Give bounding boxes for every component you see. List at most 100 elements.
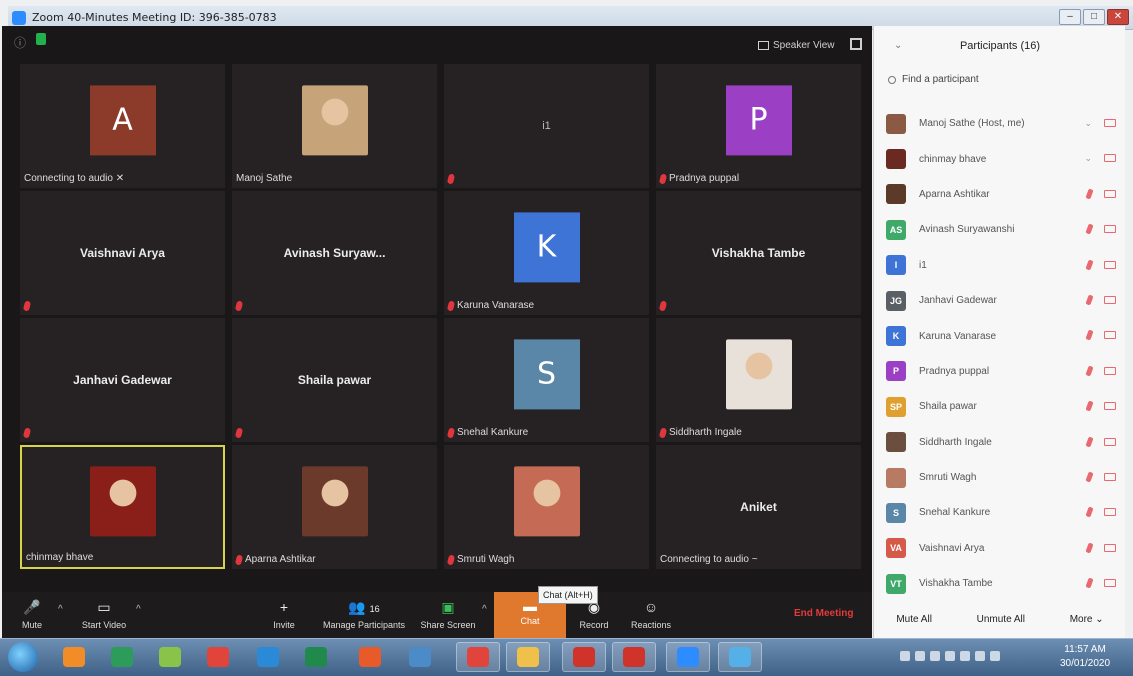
video-tile[interactable]: Avinash Suryaw...	[232, 191, 437, 315]
reactions-button[interactable]: ☺ Reactions	[626, 598, 676, 630]
mic-muted-icon[interactable]	[1085, 259, 1094, 271]
taskbar-app-acrobat[interactable]	[562, 642, 606, 672]
video-off-icon[interactable]	[1104, 366, 1116, 375]
video-tile[interactable]: Aparna Ashtikar	[232, 445, 437, 569]
video-off-icon[interactable]	[1104, 472, 1116, 481]
taskbar-app-zoom[interactable]	[666, 642, 710, 672]
taskbar-app-chrome-2[interactable]	[456, 642, 500, 672]
participant-row[interactable]: Manoj Sathe (Host, me) ⌄	[886, 106, 1122, 141]
taskbar-app-screen-share[interactable]	[718, 642, 762, 672]
mic-muted-icon[interactable]	[1085, 400, 1094, 412]
participant-row[interactable]: S Snehal Kankure	[886, 495, 1122, 530]
video-off-icon[interactable]	[1104, 154, 1116, 163]
mic-muted-icon[interactable]	[1085, 506, 1094, 518]
taskbar-app-android[interactable]	[148, 642, 192, 672]
taskbar-app-media-player[interactable]	[52, 642, 96, 672]
video-tile[interactable]: Aniket Connecting to audio ~	[656, 445, 861, 569]
mic-muted-icon[interactable]	[1085, 329, 1094, 341]
video-tile[interactable]: Vaishnavi Arya	[20, 191, 225, 315]
video-tile[interactable]: P Pradnya puppal	[656, 64, 861, 188]
mic-muted-icon[interactable]	[1085, 542, 1094, 554]
taskbar-app-powerpoint[interactable]	[612, 642, 656, 672]
share-screen-button[interactable]: ▣ Share Screen	[416, 598, 480, 630]
taskbar-app-internet-explorer[interactable]	[246, 642, 290, 672]
mic-muted-icon[interactable]	[1085, 294, 1094, 306]
mic-muted-icon[interactable]	[1085, 577, 1094, 589]
close-button[interactable]: ✕	[1107, 9, 1129, 25]
mute-button[interactable]: 🎤 Mute	[12, 598, 52, 630]
taskbar-app-excel[interactable]	[294, 642, 338, 672]
video-off-icon[interactable]	[1104, 331, 1116, 340]
taskbar-app-mi[interactable]	[348, 642, 392, 672]
mic-muted-icon[interactable]	[1085, 435, 1094, 448]
participant-row[interactable]: JG Janhavi Gadewar	[886, 283, 1122, 318]
video-tile[interactable]: i1	[444, 64, 649, 188]
tray-icon[interactable]	[915, 651, 925, 661]
tray-icon[interactable]	[945, 651, 955, 661]
unmute-all-button[interactable]: Unmute All	[977, 614, 1025, 625]
mic-muted-icon[interactable]	[1085, 471, 1094, 483]
battery-icon[interactable]	[990, 651, 1000, 661]
video-tile[interactable]: Manoj Sathe	[232, 64, 437, 188]
manage-participants-button[interactable]: 👥 16 Manage Participants	[314, 598, 414, 630]
find-participant-input[interactable]: Find a participant	[888, 74, 979, 85]
maximize-button[interactable]: □	[1083, 9, 1105, 25]
video-off-icon[interactable]	[1104, 402, 1116, 411]
participant-options-chevron-icon[interactable]: ⌄	[1084, 118, 1092, 129]
taskbar-clock[interactable]: 11:57 AM 30/01/2020	[1060, 643, 1110, 671]
mic-muted-icon[interactable]	[1085, 188, 1094, 200]
invite-button[interactable]: + Invite	[264, 598, 304, 630]
video-tile[interactable]: Smruti Wagh	[444, 445, 649, 569]
participant-row[interactable]: chinmay bhave ⌄	[886, 141, 1122, 176]
start-button[interactable]	[8, 642, 38, 672]
taskbar-app-notepad[interactable]	[100, 642, 144, 672]
participant-row[interactable]: VA Vaishnavi Arya	[886, 531, 1122, 566]
video-tile[interactable]: Janhavi Gadewar	[20, 318, 225, 442]
participant-row[interactable]: VT Vishakha Tambe	[886, 566, 1122, 601]
video-off-icon[interactable]	[1104, 189, 1116, 198]
participant-row[interactable]: Ii1	[886, 248, 1122, 283]
mic-muted-icon[interactable]	[1085, 223, 1094, 235]
participant-row[interactable]: Smruti Wagh	[886, 460, 1122, 495]
share-options-caret-icon[interactable]: ^	[482, 604, 487, 615]
speaker-view-button[interactable]: Speaker View	[758, 40, 835, 51]
video-off-icon[interactable]	[1104, 437, 1116, 446]
participant-row[interactable]: AS Avinash Suryawanshi	[886, 212, 1122, 247]
minimize-button[interactable]: –	[1059, 9, 1081, 25]
start-video-button[interactable]: ▭ Start Video	[72, 598, 136, 630]
participant-row[interactable]: P Pradnya puppal	[886, 354, 1122, 389]
taskbar-app-photos[interactable]	[398, 642, 442, 672]
video-off-icon[interactable]	[1104, 543, 1116, 552]
taskbar-app-file-explorer[interactable]	[506, 642, 550, 672]
video-off-icon[interactable]	[1104, 508, 1116, 517]
network-icon[interactable]	[975, 651, 985, 661]
video-off-icon[interactable]	[1104, 295, 1116, 304]
tray-icon[interactable]	[900, 651, 910, 661]
video-options-caret-icon[interactable]: ^	[136, 604, 141, 615]
mic-muted-icon[interactable]	[1085, 365, 1094, 377]
volume-icon[interactable]	[960, 651, 970, 661]
tray-icon[interactable]	[930, 651, 940, 661]
video-off-icon[interactable]	[1104, 579, 1116, 588]
encryption-lock-icon[interactable]	[36, 33, 46, 45]
taskbar-app-chrome[interactable]	[196, 642, 240, 672]
info-icon[interactable]: ⓘ	[14, 34, 26, 51]
video-off-icon[interactable]	[1104, 225, 1116, 234]
video-tile[interactable]: Vishakha Tambe	[656, 191, 861, 315]
video-tile[interactable]: chinmay bhave	[20, 445, 225, 569]
participant-row[interactable]: SP Shaila pawar	[886, 389, 1122, 424]
participant-row[interactable]: Aparna Ashtikar	[886, 177, 1122, 212]
video-tile[interactable]: K Karuna Vanarase	[444, 191, 649, 315]
mute-all-button[interactable]: Mute All	[896, 614, 932, 625]
video-off-icon[interactable]	[1104, 119, 1116, 127]
participant-options-chevron-icon[interactable]: ⌄	[1084, 153, 1092, 164]
video-tile[interactable]: A Connecting to audio ✕	[20, 64, 225, 188]
participant-row[interactable]: K Karuna Vanarase	[886, 318, 1122, 353]
video-off-icon[interactable]	[1104, 260, 1116, 269]
more-button[interactable]: More ⌄	[1070, 614, 1104, 625]
participant-row[interactable]: Siddharth Ingale	[886, 425, 1122, 460]
end-meeting-button[interactable]: End Meeting	[794, 608, 853, 619]
fullscreen-icon[interactable]	[850, 38, 862, 50]
audio-options-caret-icon[interactable]: ^	[58, 604, 63, 615]
video-tile[interactable]: Shaila pawar	[232, 318, 437, 442]
